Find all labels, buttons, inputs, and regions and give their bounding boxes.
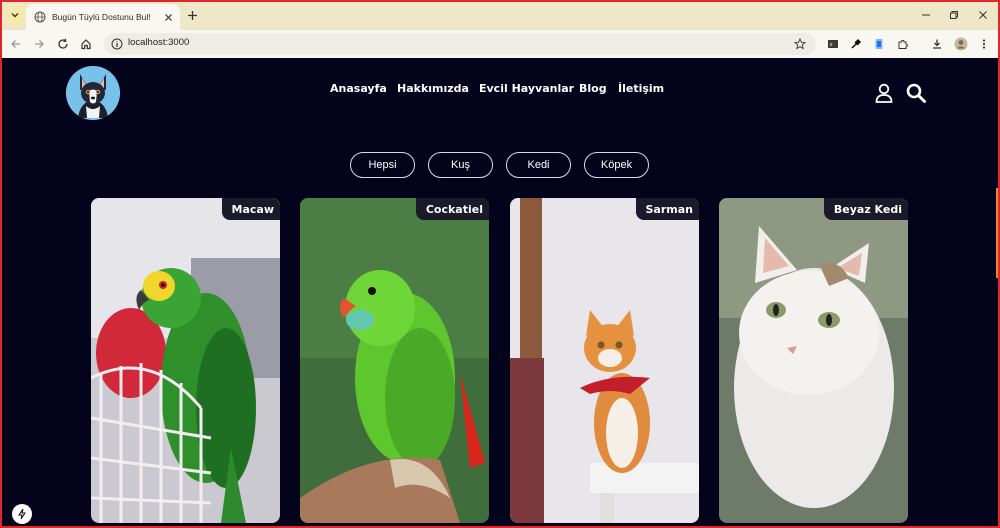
globe-icon xyxy=(34,11,46,23)
pet-name: Macaw xyxy=(221,198,280,220)
nav-contact[interactable]: İletişim xyxy=(618,82,664,95)
pet-name: Beyaz Kedi xyxy=(823,198,908,220)
close-icon xyxy=(979,11,987,19)
scroll-indicator xyxy=(996,188,998,278)
url-text: localhost:3000 xyxy=(128,37,190,48)
category-filters: Hepsi Kuş Kedi Köpek xyxy=(0,152,1000,180)
nav-about[interactable]: Hakkımızda xyxy=(397,82,469,95)
browser-tab[interactable]: Bugün Tüylü Dostunu Bul! xyxy=(26,4,180,30)
minimize-button[interactable] xyxy=(918,7,934,23)
arrow-left-icon xyxy=(11,40,20,48)
profile-avatar[interactable] xyxy=(953,36,969,52)
download-icon[interactable] xyxy=(929,36,945,52)
plus-icon xyxy=(187,10,197,20)
tab-title: Bugün Tüylü Dostunu Bul! xyxy=(52,12,151,22)
lightning-icon xyxy=(18,508,26,520)
filter-bird-button[interactable]: Kuş xyxy=(428,152,493,178)
pet-card[interactable]: Cockatiel xyxy=(300,198,489,523)
nav-pets[interactable]: Evcil Hayvanlar xyxy=(479,82,574,95)
user-icon xyxy=(875,83,893,103)
nav-home[interactable]: Anasayfa xyxy=(330,82,387,95)
home-icon xyxy=(81,39,91,50)
reload-button[interactable] xyxy=(55,36,71,52)
pet-card[interactable]: Macaw xyxy=(91,198,280,523)
arrow-right-icon xyxy=(35,40,44,48)
white-cat-photo xyxy=(719,198,908,523)
main-nav: Anasayfa Hakkımızda Evcil Hayvanlar Blog… xyxy=(0,82,1000,102)
filter-all-button[interactable]: Hepsi xyxy=(350,152,415,178)
close-icon xyxy=(164,13,172,21)
web-page: Anasayfa Hakkımızda Evcil Hayvanlar Blog… xyxy=(0,58,1000,528)
restore-button[interactable] xyxy=(946,7,962,23)
filter-cat-button[interactable]: Kedi xyxy=(506,152,571,178)
browser-tab-strip: Bugün Tüylü Dostunu Bul! xyxy=(0,0,1000,30)
star-icon[interactable] xyxy=(794,38,806,50)
macaw-photo xyxy=(91,198,280,523)
browser-toolbar: localhost:3000 xyxy=(0,30,1000,58)
home-button[interactable] xyxy=(78,36,94,52)
cockatiel-photo xyxy=(300,198,489,523)
more-menu-icon[interactable] xyxy=(976,36,992,52)
pet-card[interactable]: Beyaz Kedi xyxy=(719,198,908,523)
back-button[interactable] xyxy=(8,36,24,52)
extension-document-icon[interactable] xyxy=(871,36,887,52)
pet-name: Cockatiel xyxy=(415,198,489,220)
pet-name: Sarman xyxy=(635,198,699,220)
close-window-button[interactable] xyxy=(975,7,991,23)
search-icon xyxy=(906,83,926,103)
new-tab-button[interactable] xyxy=(184,7,200,23)
chevron-down-icon xyxy=(11,13,19,18)
dev-tools-button[interactable] xyxy=(12,504,32,524)
nav-blog[interactable]: Blog xyxy=(579,82,607,95)
reload-icon xyxy=(58,38,68,49)
pet-card[interactable]: Sarman xyxy=(510,198,699,523)
puzzle-icon[interactable] xyxy=(895,36,911,52)
search-button[interactable] xyxy=(905,82,927,104)
filter-dog-button[interactable]: Köpek xyxy=(584,152,649,178)
eyedropper-icon[interactable] xyxy=(848,36,864,52)
forward-button[interactable] xyxy=(31,36,47,52)
extension-terminal-icon[interactable] xyxy=(825,36,841,52)
address-bar[interactable]: localhost:3000 xyxy=(104,33,816,55)
site-info-icon[interactable] xyxy=(111,38,123,50)
tab-close-button[interactable] xyxy=(162,11,174,23)
user-account-button[interactable] xyxy=(873,82,895,104)
ginger-cat-photo xyxy=(510,198,699,523)
minimize-icon xyxy=(922,14,930,16)
restore-icon xyxy=(950,11,958,19)
tab-search-button[interactable] xyxy=(6,6,24,24)
